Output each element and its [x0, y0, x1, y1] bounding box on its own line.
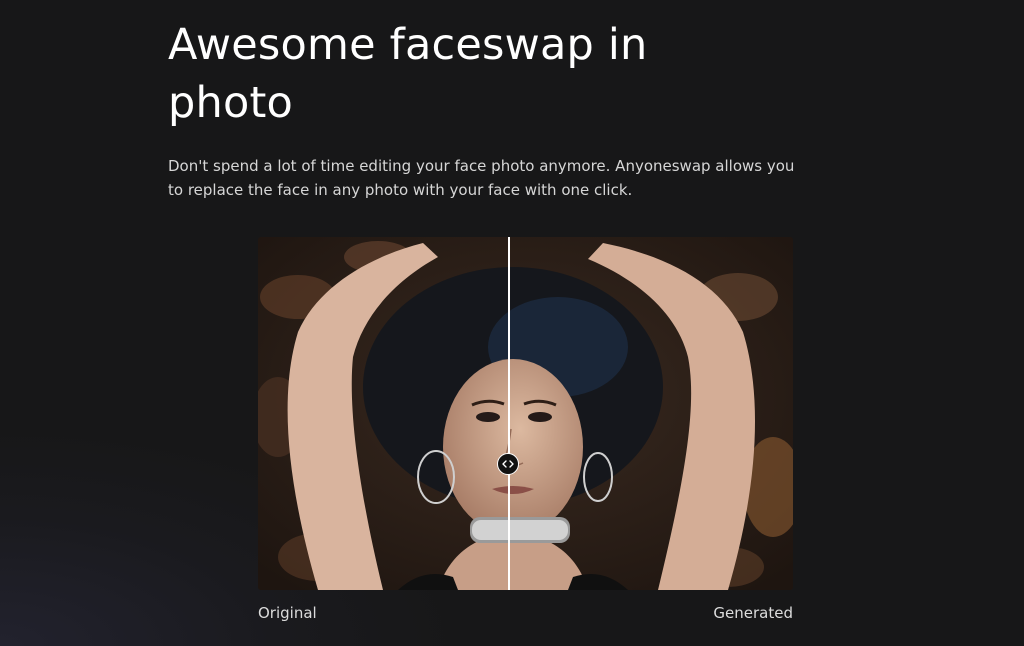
original-label: Original — [258, 604, 317, 622]
comparison-slider-handle[interactable] — [497, 453, 519, 475]
before-after-comparison-slider[interactable] — [258, 237, 793, 590]
comparison-divider[interactable] — [508, 237, 510, 590]
hero-title: Awesome faceswap in photo — [168, 20, 648, 128]
hero-description: Don't spend a lot of time editing your f… — [168, 157, 795, 199]
left-right-arrows-icon — [502, 460, 514, 468]
generated-photo — [258, 237, 793, 590]
generated-label: Generated — [713, 604, 793, 622]
